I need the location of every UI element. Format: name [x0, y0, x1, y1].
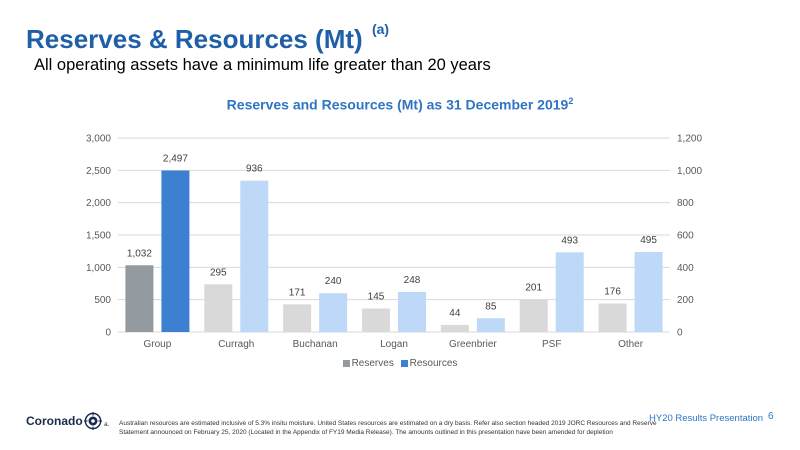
y-right-tick-label: 1,200 [677, 134, 702, 145]
legend-label-reserves: Reserves [351, 358, 394, 369]
bar-reserves [598, 303, 627, 332]
y-left-tick-label: 0 [105, 328, 111, 339]
data-label-reserves: 295 [210, 267, 227, 278]
y-left-tick-label: 1,500 [86, 231, 111, 242]
bar-chart: 1,032 2,497 295 936 171 240 145 248 44 85 201 493 17… [86, 134, 702, 351]
x-tick-label: Logan [380, 339, 408, 350]
logo-mark-icon [83, 412, 102, 430]
bar-resources [398, 291, 426, 332]
data-label-reserves: 201 [525, 283, 542, 294]
logo-text: Coronado [26, 414, 83, 428]
data-label-resources: 936 [246, 164, 263, 175]
x-tick-label: Buchanan [293, 339, 338, 350]
data-label-resources: 85 [485, 301, 497, 312]
bar-resources [240, 180, 269, 332]
bar-resources [476, 318, 505, 332]
y-right-tick-label: 800 [677, 198, 694, 209]
x-tick-label: Other [618, 339, 644, 350]
bar-resources [319, 293, 348, 332]
x-tick-label: Greenbrier [449, 339, 497, 350]
data-label-resources: 248 [404, 275, 421, 286]
y-right-tick-label: 400 [677, 263, 694, 274]
gridlines [118, 137, 670, 333]
data-label-resources: 2,497 [163, 154, 188, 165]
x-tick-label: PSF [542, 339, 561, 350]
bar-resources [634, 251, 663, 332]
data-label-resources: 493 [561, 235, 578, 246]
bar-resources [161, 170, 190, 332]
data-label-resources: 240 [325, 276, 342, 287]
data-label-reserves: 145 [368, 292, 385, 303]
data-label-reserves: 1,032 [127, 248, 152, 259]
bars [125, 170, 663, 332]
bar-reserves [204, 284, 233, 332]
x-tick-label: Group [144, 339, 172, 350]
y-left-tick-label: 2,500 [86, 166, 111, 177]
x-tick-label: Curragh [218, 339, 254, 350]
legend-item-resources: Resources [400, 358, 458, 369]
data-label-resources: 495 [640, 235, 657, 246]
chart-legend: Reserves Resources [0, 358, 800, 370]
bar-reserves [519, 299, 548, 332]
bar-reserves [362, 308, 390, 332]
y-left-tick-label: 1,000 [86, 263, 111, 274]
y-left-tick-label: 3,000 [86, 134, 111, 145]
footnote-text: Australian resources are estimated inclu… [119, 420, 657, 436]
page-number: 6 [768, 411, 774, 422]
footnote-marker: a. [104, 421, 110, 428]
presentation-title: HY20 Results Presentation [649, 413, 764, 424]
y-right-tick-label: 200 [677, 295, 694, 306]
data-label-reserves: 176 [604, 287, 621, 298]
y-left-tick-label: 500 [94, 295, 111, 306]
y-right-tick-label: 0 [677, 328, 683, 339]
bar-resources [555, 252, 584, 332]
legend-swatch-reserves [342, 360, 350, 367]
data-label-reserves: 171 [289, 287, 306, 298]
bar-reserves [125, 265, 154, 332]
y-right-tick-label: 600 [677, 231, 694, 242]
y-left-tick-label: 2,000 [86, 198, 111, 209]
data-label-reserves: 44 [449, 308, 461, 319]
y-right-tick-label: 1,000 [677, 166, 702, 177]
legend-swatch-resources [400, 360, 408, 367]
bar-reserves [283, 304, 312, 332]
bar-reserves [440, 324, 469, 332]
legend-label-resources: Resources [409, 358, 458, 369]
company-logo: Coronado [26, 412, 102, 430]
legend-item-reserves: Reserves [342, 358, 394, 369]
